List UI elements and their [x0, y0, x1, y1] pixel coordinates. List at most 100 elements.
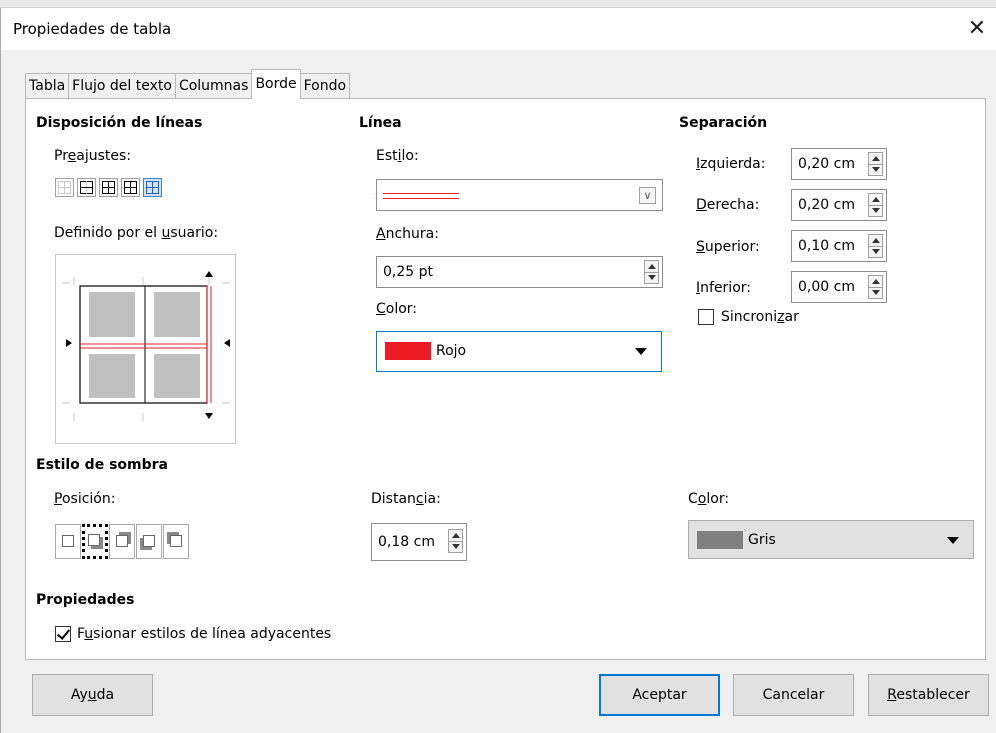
- shadow-distance-spinner[interactable]: [448, 529, 463, 553]
- width-label: Anchura:: [376, 226, 439, 242]
- dialog-window: Propiedades de tabla ✕ Tabla Flujo del t…: [0, 8, 996, 733]
- preset-outer-border-button[interactable]: [77, 178, 96, 197]
- merge-line-styles-checkbox[interactable]: [55, 626, 71, 642]
- line-heading: Línea: [359, 115, 402, 131]
- spacing-top-input[interactable]: 0,10 cm: [791, 230, 887, 262]
- line-color-dropdown[interactable]: Rojo: [376, 331, 662, 372]
- shadow-position-label: Posición:: [54, 491, 116, 507]
- tab-fondo[interactable]: Fondo: [299, 73, 351, 99]
- spin-down-icon[interactable]: [452, 544, 460, 549]
- line-width-input[interactable]: 0,25 pt: [376, 256, 663, 288]
- tab-flujo-del-texto[interactable]: Flujo del texto: [68, 73, 176, 99]
- spacing-heading: Separación: [679, 115, 768, 131]
- title-bar: Propiedades de tabla ✕: [1, 8, 996, 50]
- spacing-bottom-value: 0,00 cm: [798, 279, 855, 295]
- preset-custom-button[interactable]: [143, 178, 162, 197]
- shadow-style-heading: Estilo de sombra: [36, 457, 168, 473]
- spin-down-icon[interactable]: [872, 249, 880, 254]
- tab-borde[interactable]: Borde: [251, 69, 301, 99]
- spacing-left-label: Izquierda:: [696, 156, 766, 172]
- spacing-top-label: Superior:: [696, 239, 760, 255]
- shadow-top-left-icon: [170, 535, 182, 547]
- spacing-bottom-label: Inferior:: [696, 280, 751, 296]
- color-label: Color:: [376, 301, 418, 317]
- background-app-strip: [0, 0, 996, 8]
- spin-up-icon[interactable]: [648, 264, 656, 269]
- dropdown-arrow-icon: [635, 348, 647, 355]
- spacing-top-spinner[interactable]: [868, 234, 883, 258]
- shadow-distance-input[interactable]: 0,18 cm: [371, 523, 467, 561]
- spin-down-icon[interactable]: [872, 290, 880, 295]
- spacing-right-spinner[interactable]: [868, 193, 883, 217]
- shadow-none-icon: [62, 535, 74, 547]
- tab-tabla[interactable]: Tabla: [25, 73, 70, 99]
- preset-all-borders-button[interactable]: [121, 178, 140, 197]
- spin-down-icon[interactable]: [648, 275, 656, 280]
- preset-all-icon: [124, 181, 137, 194]
- shadow-color-value: Gris: [748, 532, 776, 548]
- shadow-bottom-right-icon: [88, 534, 100, 546]
- style-label: Estilo:: [376, 148, 419, 164]
- preset-no-borders-button[interactable]: [55, 178, 74, 197]
- shadow-bottom-left-icon: [143, 535, 155, 547]
- spin-up-icon[interactable]: [872, 197, 880, 202]
- synchronize-checkbox[interactable]: [698, 309, 714, 325]
- spacing-right-input[interactable]: 0,20 cm: [791, 189, 887, 221]
- spin-down-icon[interactable]: [872, 167, 880, 172]
- tab-panel-borde: Disposición de líneas Preajustes: Defini…: [25, 98, 986, 660]
- cancel-button[interactable]: Cancelar: [733, 674, 854, 716]
- ok-button[interactable]: Aceptar: [599, 674, 720, 716]
- spacing-left-spinner[interactable]: [868, 152, 883, 176]
- spin-up-icon[interactable]: [872, 238, 880, 243]
- reset-button[interactable]: Restablecer: [868, 674, 989, 716]
- red-swatch: [385, 342, 431, 360]
- spacing-right-label: Derecha:: [696, 197, 760, 213]
- preset-custom-icon: [146, 181, 159, 194]
- spin-up-icon[interactable]: [452, 533, 460, 538]
- preset-outer-horizontal-button[interactable]: [99, 178, 118, 197]
- spacing-right-value: 0,20 cm: [798, 197, 855, 213]
- tab-columnas[interactable]: Columnas: [174, 73, 253, 99]
- shadow-color-label: Color:: [688, 491, 730, 507]
- shadow-distance-value: 0,18 cm: [378, 534, 435, 550]
- help-button[interactable]: Ayuda: [32, 674, 153, 716]
- shadow-top-right-icon: [116, 535, 128, 547]
- shadow-color-dropdown[interactable]: Gris: [688, 520, 974, 559]
- spacing-bottom-spinner[interactable]: [868, 275, 883, 299]
- user-defined-label: Definido por el usuario:: [54, 225, 219, 241]
- line-arrangement-heading: Disposición de líneas: [36, 115, 203, 131]
- shadow-distance-label: Distancia:: [371, 491, 441, 507]
- merge-line-styles-label: Fusionar estilos de línea adyacentes: [77, 626, 332, 642]
- dropdown-arrow-icon: [947, 537, 959, 544]
- shadow-top-left-button[interactable]: [163, 524, 189, 559]
- preset-none-icon: [58, 181, 71, 194]
- line-width-value: 0,25 pt: [383, 264, 433, 280]
- close-icon[interactable]: ✕: [963, 15, 991, 43]
- properties-heading: Propiedades: [36, 592, 135, 608]
- line-style-select[interactable]: ∨: [376, 179, 663, 211]
- spin-down-icon[interactable]: [872, 208, 880, 213]
- border-preview-canvas: [62, 271, 230, 421]
- tab-bar: Tabla Flujo del texto Columnas Borde Fon…: [25, 67, 351, 99]
- spin-up-icon[interactable]: [872, 156, 880, 161]
- presets-row: [55, 178, 162, 197]
- shadow-bottom-left-button[interactable]: [136, 524, 162, 559]
- spacing-left-input[interactable]: 0,20 cm: [791, 148, 887, 180]
- shadow-top-right-button[interactable]: [109, 524, 135, 559]
- double-line-sample: [383, 193, 459, 199]
- spacing-top-value: 0,10 cm: [798, 238, 855, 254]
- spacing-bottom-input[interactable]: 0,00 cm: [791, 271, 887, 303]
- presets-label: Preajustes:: [54, 148, 132, 164]
- border-preview[interactable]: [55, 254, 236, 444]
- spacing-left-value: 0,20 cm: [798, 156, 855, 172]
- line-width-spinner[interactable]: [644, 260, 659, 284]
- shadow-bottom-right-button[interactable]: [82, 524, 108, 559]
- synchronize-label: Sincronizar: [721, 309, 799, 325]
- shadow-none-button[interactable]: [55, 524, 81, 559]
- line-color-value: Rojo: [436, 343, 467, 359]
- spin-up-icon[interactable]: [872, 279, 880, 284]
- chevron-down-icon[interactable]: ∨: [639, 187, 656, 204]
- gray-swatch: [697, 531, 743, 549]
- preset-outer-icon: [80, 181, 93, 194]
- shadow-position-row: [55, 524, 190, 559]
